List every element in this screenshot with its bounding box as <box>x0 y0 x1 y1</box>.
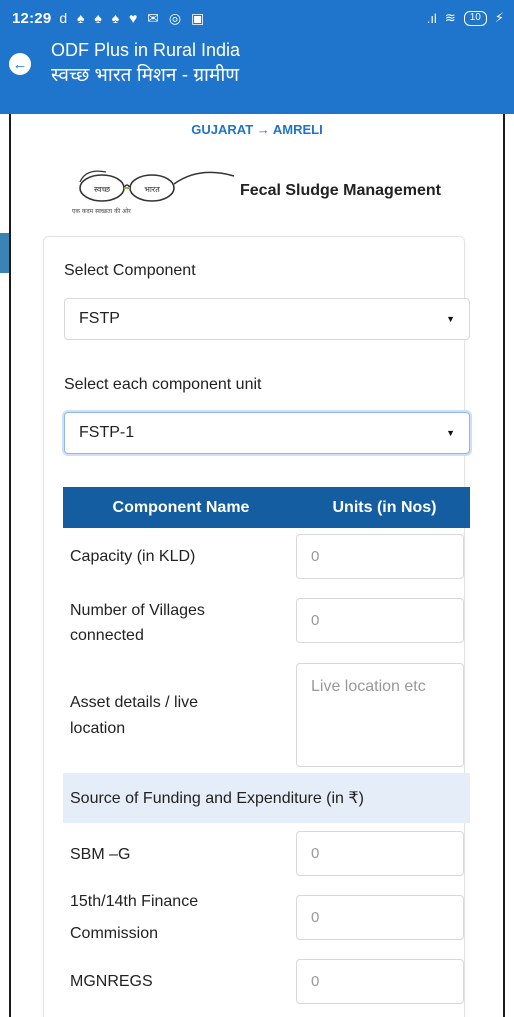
back-arrow-icon: ← <box>12 55 28 73</box>
asset-location-placeholder: Live location etc <box>311 678 426 695</box>
signal-icon: .ıl <box>426 10 437 26</box>
notification-icons: d ♠ ♠ ♠ ♥ ✉ ◎ ▣ <box>59 9 208 26</box>
logo-caption: Fecal Sludge Management <box>240 182 441 199</box>
mgnregs-label: MGNREGS <box>70 973 153 990</box>
villages-input[interactable]: 0 <box>296 598 464 643</box>
villages-input-placeholder: 0 <box>311 612 320 629</box>
status-bar: 12:29 d ♠ ♠ ♠ ♥ ✉ ◎ ▣ .ıl ≋ 10 ⚡ <box>0 0 514 36</box>
charging-icon: ⚡ <box>494 10 504 25</box>
logo-tagline: एक कदम स्वच्छता की ओर <box>72 207 131 215</box>
capacity-input[interactable]: 0 <box>296 534 464 579</box>
title-bar: ← ODF Plus in Rural India स्वच्छ भारत मि… <box>0 36 514 90</box>
page-right-border <box>503 114 505 1017</box>
battery-icon: 10 <box>463 10 487 26</box>
status-time: 12:29 <box>12 9 52 27</box>
funding-section-header: Source of Funding and Expenditure (in ₹) <box>63 773 470 823</box>
finance-commission-input[interactable]: 0 <box>296 895 464 940</box>
capacity-label: Capacity (in KLD) <box>70 548 196 565</box>
column-header-units: Units (in Nos) <box>332 498 437 516</box>
villages-label-line-2: connected <box>70 627 144 644</box>
app-title-hindi: स्वच्छ भारत मिशन - ग्रामीण <box>51 65 239 86</box>
sbm-g-input[interactable]: 0 <box>296 831 464 876</box>
dropdown-caret-icon: ▼ <box>446 428 455 438</box>
asset-label-line-2: location <box>70 720 126 737</box>
sbm-g-input-placeholder: 0 <box>311 845 320 862</box>
capacity-input-placeholder: 0 <box>311 548 320 565</box>
component-select-value: FSTP <box>79 310 120 327</box>
finance-commission-input-placeholder: 0 <box>311 909 320 926</box>
wifi-icon: ≋ <box>444 10 456 25</box>
asset-location-textarea[interactable]: Live location etc <box>296 663 464 767</box>
page-left-border <box>9 114 11 1017</box>
dropdown-caret-icon: ▼ <box>446 314 455 324</box>
asset-label-line-1: Asset details / live <box>70 694 199 711</box>
screen: 12:29 d ♠ ♠ ♠ ♥ ✉ ◎ ▣ .ıl ≋ 10 ⚡ ← ODF P… <box>0 0 514 1017</box>
logo-right-word: भारत <box>144 185 160 194</box>
app-titles: ODF Plus in Rural India स्वच्छ भारत मिशन… <box>51 39 240 90</box>
app-title-english: ODF Plus in Rural India <box>51 40 241 60</box>
finance-commission-label-line-2: Commission <box>70 925 159 942</box>
unit-select-value: FSTP-1 <box>79 424 135 441</box>
status-right: .ıl ≋ 10 ⚡ <box>427 10 504 26</box>
unit-select[interactable]: FSTP-1 ▼ <box>64 412 470 454</box>
component-select[interactable]: FSTP ▼ <box>64 298 470 340</box>
column-header-component-name: Component Name <box>112 498 250 516</box>
finance-commission-label-line-1: 15th/14th Finance <box>70 893 199 910</box>
side-tab <box>0 233 9 273</box>
breadcrumb: GUJARAT → AMRELI <box>191 122 323 137</box>
swachh-bharat-glasses-logo: स्वच्छ भारत एक कदम स्वच्छता की ओर <box>72 170 235 215</box>
select-unit-label: Select each component unit <box>64 376 262 393</box>
app-bar: 12:29 d ♠ ♠ ♠ ♥ ✉ ◎ ▣ .ıl ≋ 10 ⚡ ← ODF P… <box>0 0 514 114</box>
mgnregs-input[interactable]: 0 <box>296 959 464 1004</box>
logo-row: स्वच्छ भारत एक कदम स्वच्छता की ओर Fecal … <box>64 158 484 222</box>
select-component-label: Select Component <box>64 262 196 279</box>
logo-left-word: स्वच्छ <box>94 185 111 194</box>
mgnregs-input-placeholder: 0 <box>311 973 320 990</box>
back-button[interactable]: ← <box>9 53 31 75</box>
table-header: Component Name Units (in Nos) <box>63 487 470 528</box>
sbm-g-label: SBM –G <box>70 846 131 863</box>
villages-label-line-1: Number of Villages <box>70 602 205 619</box>
